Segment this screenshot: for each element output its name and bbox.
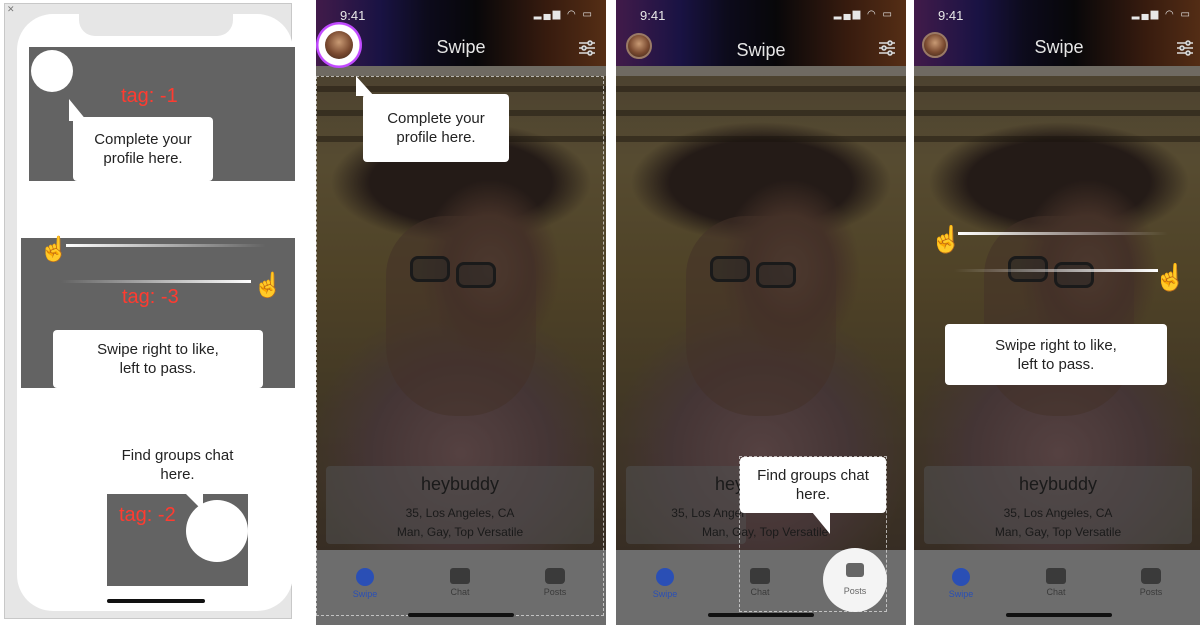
tag-label: tag: -2	[119, 504, 176, 526]
coachmark-profile-bubble: Complete your profile here.	[363, 94, 509, 162]
tab-chat[interactable]: Chat	[1026, 568, 1086, 597]
avatar-button-highlighted[interactable]	[316, 22, 362, 68]
swipe-trail-right	[61, 280, 251, 283]
swipe-bubble: Swipe right to like, left to pass.	[53, 330, 263, 388]
design-canvas: ✕ tag: -1 Complete your profile here. ☝ …	[4, 3, 295, 619]
profile-card[interactable]: hey 35, Los Angel Man, Gay, Top Versatil…	[626, 466, 828, 544]
profile-name: heybuddy	[1018, 474, 1098, 494]
status-icons: ▂▄▆ ◠ ▭	[1131, 9, 1192, 20]
screen-profile-coachmark: 9:41 ▂▄▆ ◠ ▭ Swipe Complete your profile…	[316, 0, 606, 625]
card-stack-strip	[316, 66, 606, 76]
hand-pointer-icon: ☝	[253, 272, 283, 299]
design-phone-frame: tag: -1 Complete your profile here. ☝ ☝ …	[17, 14, 295, 611]
card-stack-strip	[914, 66, 1200, 76]
filter-icon[interactable]	[578, 40, 596, 56]
bubble-tail	[356, 76, 374, 96]
swipe-icon	[952, 568, 970, 586]
avatar-placeholder-circle	[31, 50, 73, 92]
card-stack-strip	[616, 66, 906, 76]
swipe-trail-right	[954, 269, 1158, 272]
profile-card[interactable]: heybuddy 35, Los Angeles, CA Man, Gay, T…	[924, 466, 1192, 544]
coachmark-groups-view: tag: -2	[107, 494, 248, 586]
status-time: 9:41	[938, 8, 964, 23]
bubble-tail	[812, 512, 830, 534]
page-title: Swipe	[1034, 37, 1084, 57]
coachmark-swipe-bubble: Swipe right to like, left to pass.	[945, 324, 1167, 385]
profile-location: 35, Los Angel	[671, 506, 744, 520]
page-title: Swipe	[736, 40, 786, 60]
groups-bubble: Find groups chat here.	[107, 437, 248, 493]
screen-swipe-coachmark: 9:41 ▂▄▆ ◠ ▭ Swipe ☝ ☝ Swipe right to li…	[914, 0, 1200, 625]
hand-pointer-icon: ☝	[930, 224, 963, 254]
tab-posts-highlighted[interactable]: Posts	[823, 548, 887, 612]
coachmark-groups-bubble: Find groups chat here.	[740, 457, 886, 513]
avatar	[325, 31, 353, 59]
status-time: 9:41	[640, 8, 666, 23]
posts-icon	[846, 563, 864, 577]
swipe-trail-left	[958, 232, 1168, 235]
home-indicator	[107, 599, 205, 603]
tab-swipe[interactable]: Swipe	[635, 568, 695, 599]
status-icons: ▂▄▆ ◠ ▭	[533, 9, 594, 20]
tab-label: Chat	[1046, 587, 1066, 597]
swipe-trail-left	[66, 244, 266, 247]
hand-pointer-icon: ☝	[1154, 262, 1187, 292]
hand-pointer-icon: ☝	[39, 236, 69, 263]
coachmark-profile-view: tag: -1 Complete your profile here.	[29, 47, 295, 181]
tab-label: Swipe	[652, 589, 678, 599]
tab-swipe[interactable]: Swipe	[931, 568, 991, 599]
tab-label: Swipe	[948, 589, 974, 599]
tag-label: tag: -1	[121, 85, 178, 107]
home-indicator	[1006, 613, 1112, 617]
posts-icon	[1141, 568, 1161, 584]
chat-icon	[1046, 568, 1066, 584]
tab-posts[interactable]: Posts	[1121, 568, 1181, 597]
screen-groups-coachmark: 9:41 ▂▄▆ ◠ ▭ Swipe hey 35, Los Angel Man…	[616, 0, 906, 625]
close-icon[interactable]: ✕	[7, 4, 15, 15]
filter-icon[interactable]	[878, 40, 896, 56]
home-indicator	[708, 613, 814, 617]
tab-label: Posts	[843, 586, 867, 596]
profile-name: hey	[714, 474, 744, 494]
profile-location: 35, Los Angeles, CA	[1003, 506, 1113, 520]
status-time: 9:41	[340, 8, 366, 23]
profile-bubble: Complete your profile here.	[73, 117, 213, 181]
onboarding-coachmarks-composite: ✕ tag: -1 Complete your profile here. ☝ …	[0, 0, 1200, 625]
avatar[interactable]	[626, 33, 652, 59]
notch	[79, 14, 233, 36]
tab-label: Posts	[1139, 587, 1163, 597]
avatar[interactable]	[922, 32, 948, 58]
profile-details: Man, Gay, Top Versatile	[994, 525, 1122, 539]
home-indicator	[408, 613, 514, 617]
bubble-tail	[185, 493, 203, 511]
filter-icon[interactable]	[1176, 40, 1194, 56]
coachmark-swipe-view: ☝ ☝ tag: -3 Swipe right to like, left to…	[21, 238, 295, 388]
status-icons: ▂▄▆ ◠ ▭	[833, 9, 894, 20]
swipe-icon	[656, 568, 674, 586]
tag-label: tag: -3	[122, 286, 179, 308]
